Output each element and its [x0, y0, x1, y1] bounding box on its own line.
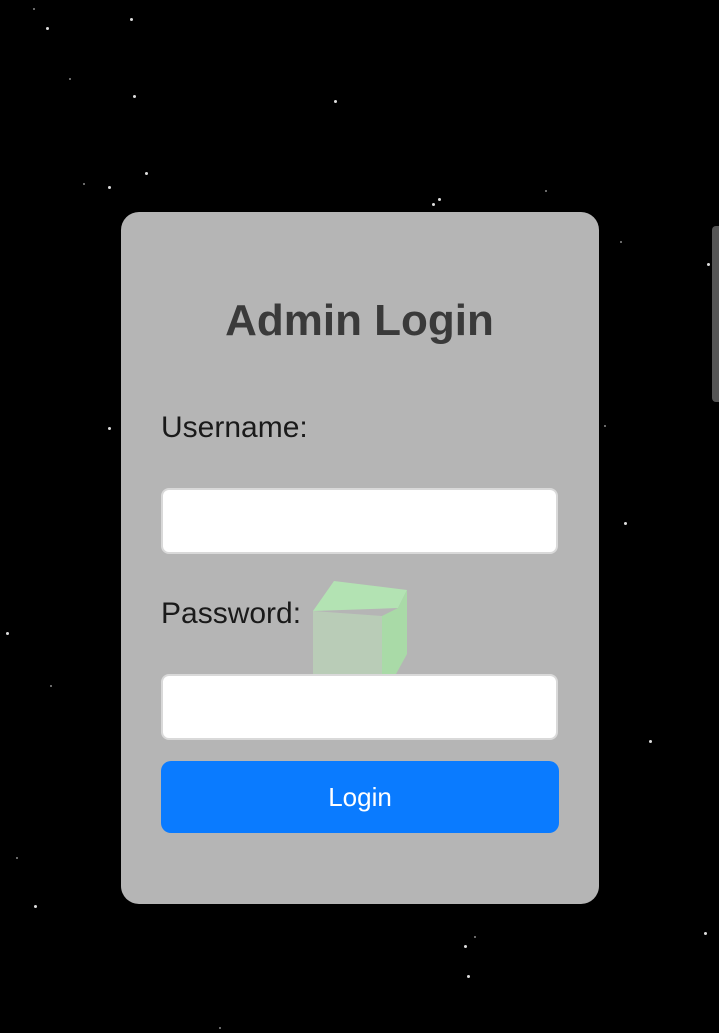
star-icon: [704, 932, 707, 935]
star-icon: [620, 241, 622, 243]
star-icon: [604, 425, 606, 427]
star-icon: [33, 8, 35, 10]
star-icon: [649, 740, 652, 743]
star-icon: [707, 263, 710, 266]
star-icon: [50, 685, 52, 687]
star-icon: [6, 632, 9, 635]
star-icon: [464, 945, 467, 948]
star-icon: [69, 78, 71, 80]
star-icon: [545, 190, 547, 192]
green-cube-icon: [313, 581, 407, 674]
star-icon: [467, 975, 470, 978]
star-icon: [334, 100, 337, 103]
star-icon: [34, 905, 37, 908]
star-icon: [624, 522, 627, 525]
star-icon: [83, 183, 85, 185]
username-label: Username:: [161, 411, 308, 444]
password-input[interactable]: [161, 674, 558, 740]
star-icon: [108, 427, 111, 430]
star-icon: [438, 198, 441, 201]
star-icon: [130, 18, 133, 21]
star-icon: [16, 857, 18, 859]
star-icon: [432, 203, 435, 206]
star-icon: [46, 27, 49, 30]
username-input[interactable]: [161, 488, 558, 554]
login-screen: Admin Login Username: Password: Login: [0, 0, 719, 1033]
star-icon: [145, 172, 148, 175]
password-label: Password:: [161, 597, 302, 630]
login-title: Admin Login: [225, 296, 494, 345]
login-button[interactable]: Login: [161, 761, 559, 833]
star-icon: [219, 1027, 221, 1029]
star-icon: [474, 936, 476, 938]
star-icon: [108, 186, 111, 189]
star-icon: [133, 95, 136, 98]
